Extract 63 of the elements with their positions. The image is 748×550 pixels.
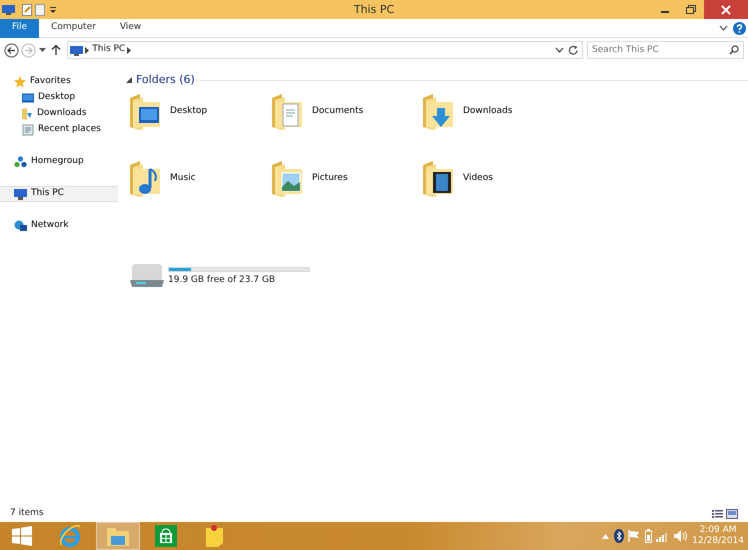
desktop-icon [22,93,34,103]
close-button[interactable] [704,0,748,19]
browser-icon [59,525,81,547]
store-icon [155,525,177,547]
sidebar-item[interactable]: Network [0,218,118,234]
large-icons-view-icon[interactable] [726,508,738,518]
chevron-icon[interactable] [719,25,728,31]
details-view-icon[interactable] [712,508,724,518]
homegroup-icon [14,156,27,168]
folder-icon [130,160,162,196]
folder-item[interactable]: Documents [272,90,423,132]
sidebar-item[interactable]: Downloads [0,106,118,122]
ribbon-tab[interactable]: Computer [39,18,108,38]
folder-item[interactable]: Pictures [272,158,423,200]
collapse-icon[interactable] [126,77,132,84]
folder-item[interactable]: Music [130,158,272,200]
properties-icon[interactable] [22,4,33,16]
search-field[interactable]: Search This PC [587,41,744,59]
computer-icon [2,4,16,15]
network-icon [14,220,27,232]
drive-free-space: 19.9 GB free of 23.7 GB [168,274,276,287]
sidebar-item[interactable]: Favorites [0,74,118,90]
group-heading[interactable]: Folders (6) [136,72,195,88]
refresh-icon[interactable] [568,44,580,56]
folder-icon [272,160,304,196]
ribbon-tab[interactable]: View [108,18,154,38]
folder-item[interactable]: Desktop [130,90,272,132]
sidebar-item[interactable]: Homegroup [0,154,118,170]
star-icon [14,76,26,88]
bluetooth-icon[interactable] [614,529,624,543]
breadcrumb-item[interactable]: This PC [92,43,126,57]
address-bar[interactable]: This PC [66,41,582,59]
folder-icon [423,94,455,130]
item-count: 7 items [10,506,44,520]
chevron-right-icon [127,46,132,54]
computer-icon [70,44,83,56]
dropdown-icon[interactable] [48,4,56,14]
file-menu-tab[interactable]: File [0,18,40,38]
folder-icon [106,525,130,547]
restore-icon [686,5,696,14]
drive-icon [130,262,164,288]
back-button[interactable] [4,42,19,58]
recent-locations-icon[interactable] [38,48,46,52]
up-arrow-icon[interactable] [50,44,62,56]
computer-icon [14,188,27,200]
sticky-note-icon [204,524,224,548]
close-icon [721,4,731,14]
sidebar-item[interactable]: Recent places [0,122,118,138]
folder-icon [130,94,162,130]
help-icon[interactable] [732,22,746,34]
search-icon [729,45,739,55]
download-folder-icon [22,108,33,120]
chevron-right-icon [85,46,90,54]
folder-item[interactable]: Downloads [423,90,573,132]
sidebar-item[interactable]: This PC [0,186,118,202]
window-title: This PC [354,2,394,18]
windows-logo-icon [12,526,32,546]
folder-item[interactable]: Videos [423,158,573,200]
sidebar-item[interactable]: Desktop [0,90,118,106]
folder-icon [272,94,304,130]
folder-icon [423,160,455,196]
recent-places-icon [22,124,34,136]
dropdown-icon[interactable] [554,47,564,53]
